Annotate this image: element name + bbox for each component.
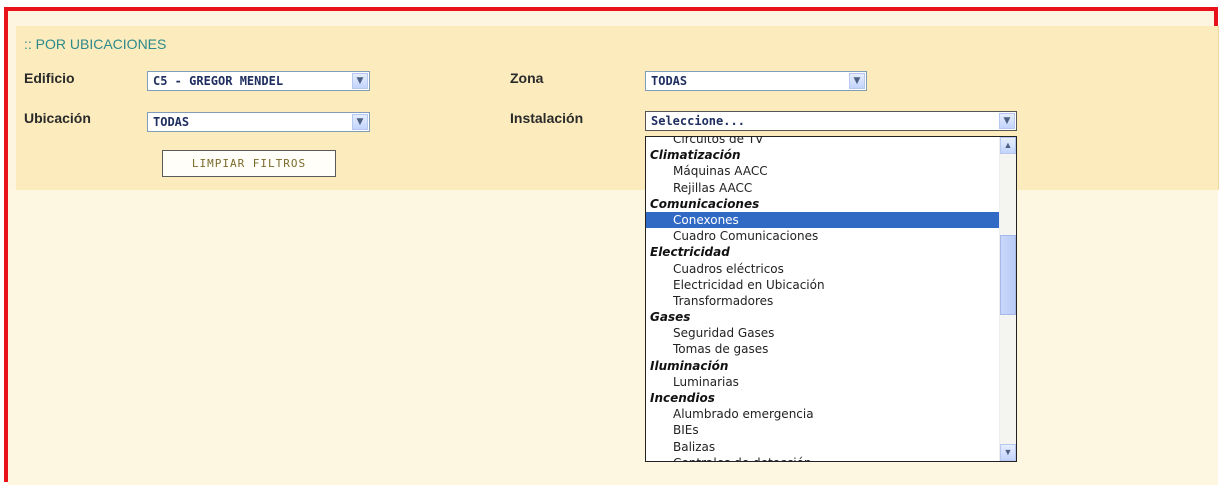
option-item[interactable]: Tomas de gases — [646, 341, 999, 357]
chevron-down-icon[interactable]: ▼ — [1000, 444, 1016, 461]
option-item[interactable]: Cuadros eléctricos — [646, 261, 999, 277]
instalacion-select[interactable]: Seleccione... ▼ — [645, 111, 1017, 131]
instalacion-dropdown-list[interactable]: Circuitos de TV Climatización Máquinas AAC… — [645, 136, 1017, 462]
option-list: Circuitos de TV Climatización Máquinas AAC… — [646, 137, 999, 461]
edificio-label: Edificio — [24, 70, 75, 86]
option-group-label: Climatización — [650, 148, 741, 163]
option-item[interactable]: Seguridad Gases — [646, 325, 999, 341]
chevron-up-icon[interactable]: ▲ — [1000, 137, 1016, 154]
zona-select[interactable]: TODAS ▼ — [645, 71, 867, 91]
option-group-label: Iluminación — [650, 358, 729, 373]
option-item[interactable]: Transformadores — [646, 293, 999, 309]
option-item[interactable]: Centrales de detección — [646, 455, 999, 461]
chevron-down-icon[interactable]: ▼ — [352, 114, 368, 130]
section-title: :: POR UBICACIONES — [24, 36, 167, 52]
chevron-down-icon[interactable]: ▼ — [352, 73, 368, 89]
option-item[interactable]: BIEs — [646, 422, 999, 438]
ubicacion-label: Ubicación — [24, 110, 91, 126]
option-group-label: Comunicaciones — [650, 196, 760, 211]
option-item[interactable]: Máquinas AACC — [646, 163, 999, 179]
edificio-select-value: C5 - GREGOR MENDEL — [153, 74, 284, 88]
zona-label: Zona — [510, 70, 544, 86]
option-item[interactable]: Circuitos de TV — [646, 137, 999, 147]
content-area — [8, 190, 1218, 485]
option-item[interactable]: Rejillas AACC — [646, 180, 999, 196]
option-item[interactable]: Alumbrado emergencia — [646, 406, 999, 422]
option-group-label: Electricidad — [650, 245, 730, 260]
zona-select-value: TODAS — [651, 74, 688, 88]
option-item[interactable]: Luminarias — [646, 374, 999, 390]
option-group-label: Incendios — [650, 391, 715, 405]
chevron-down-icon[interactable]: ▼ — [849, 73, 865, 89]
dropdown-scrollbar[interactable]: ▲ ▼ — [999, 137, 1016, 461]
scrollbar-thumb[interactable] — [1000, 235, 1016, 315]
option-item[interactable]: Cuadro Comunicaciones — [646, 228, 999, 244]
option-item[interactable]: Conexones — [646, 211, 999, 229]
option-group-label: Gases — [650, 310, 691, 325]
option-item[interactable]: Balizas — [646, 439, 999, 455]
ubicacion-select-value: TODAS — [153, 115, 190, 129]
clear-filters-button[interactable]: LIMPIAR FILTROS — [162, 150, 336, 177]
instalacion-select-value: Seleccione... — [651, 114, 745, 128]
edificio-select[interactable]: C5 - GREGOR MENDEL ▼ — [147, 71, 370, 91]
chevron-down-icon[interactable]: ▼ — [999, 113, 1015, 129]
ubicacion-select[interactable]: TODAS ▼ — [147, 112, 370, 132]
instalacion-label: Instalación — [510, 110, 584, 126]
option-item[interactable]: Electricidad en Ubicación — [646, 277, 999, 293]
